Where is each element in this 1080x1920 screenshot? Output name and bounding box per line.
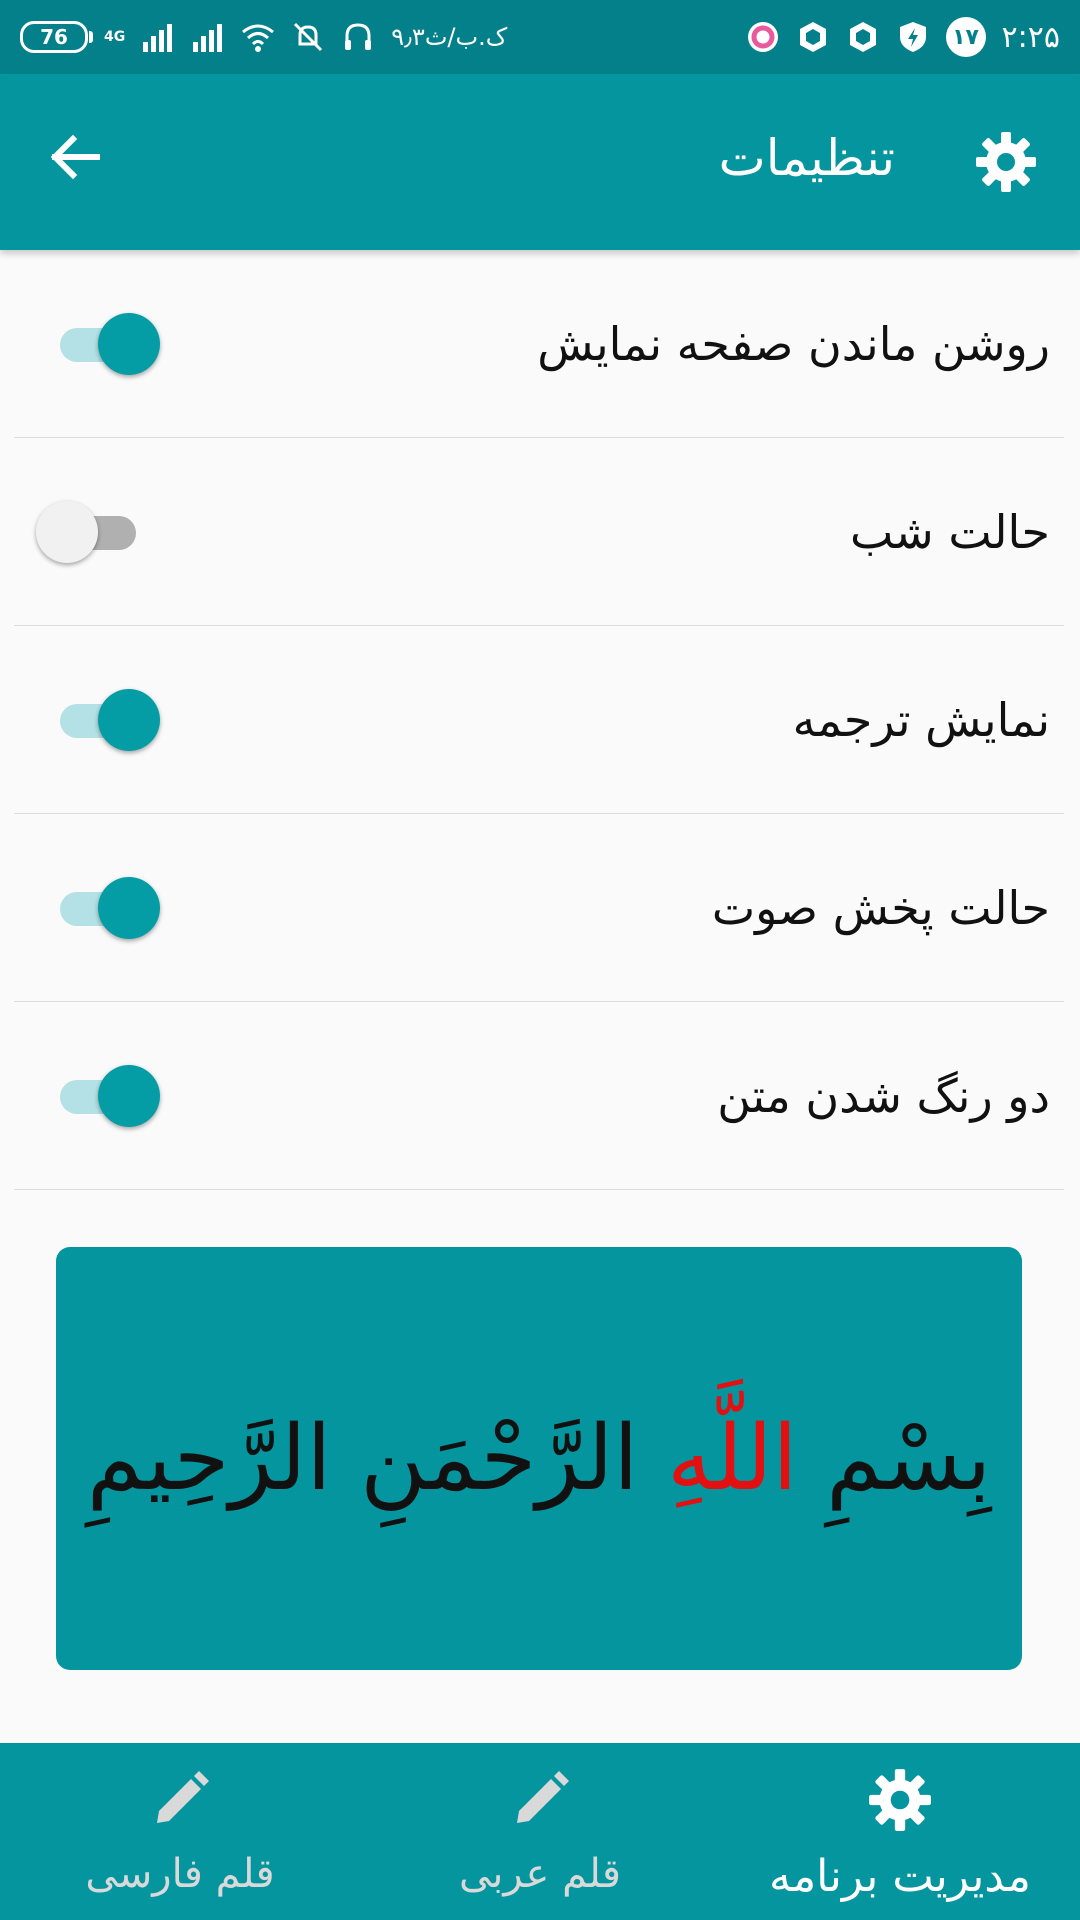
data-speed: ۹٫۳ک.ب/ث [391, 23, 508, 51]
pencil-icon [517, 1771, 569, 1823]
pencil-icon [157, 1771, 209, 1823]
two-color-text-toggle[interactable] [60, 1064, 160, 1127]
nav-label: مدیریت برنامه [769, 1851, 1031, 1902]
status-bar-right: ۱۷ ۲:۲۵ [746, 17, 1060, 57]
nav-label: قلم فارسی [85, 1851, 275, 1897]
gear-icon [869, 1769, 931, 1831]
shield-bolt-icon [899, 22, 926, 52]
battery-indicator: 76 [20, 21, 93, 53]
setting-label: حالت پخش صوت [711, 880, 1050, 935]
status-bar-left: 76 4G ۹٫۳ک.ب/ث [20, 20, 507, 54]
page-title: تنظیمات [718, 129, 895, 187]
headset-icon [345, 23, 372, 50]
settings-list: روشن ماندن صفحه نمایش حالت شب نمایش ترجم… [14, 250, 1064, 1190]
notification-count-badge: ۱۷ [945, 17, 986, 57]
clock: ۲:۲۵ [1001, 19, 1060, 55]
keep-screen-on-toggle[interactable] [60, 312, 160, 375]
bottom-navigation: قلم فارسی قلم عربی مدیریت برنامه [0, 1743, 1080, 1920]
back-button[interactable] [42, 124, 108, 190]
preview-text-part: الرَّحْمَنِ الرَّحِيمِ [86, 1406, 639, 1511]
hexagon-icon-2 [849, 22, 876, 52]
preview-text-part: بِسْمِ [826, 1406, 992, 1511]
setting-row-audio-playback[interactable]: حالت پخش صوت [14, 814, 1064, 1002]
app-notification-icon [747, 22, 778, 52]
network-type: 4G [104, 29, 126, 45]
setting-label: دو رنگ شدن متن [717, 1068, 1050, 1123]
arrow-left-icon [50, 134, 100, 180]
setting-label: حالت شب [850, 504, 1050, 559]
setting-row-show-translation[interactable]: نمایش ترجمه [14, 626, 1064, 814]
setting-row-two-color-text[interactable]: دو رنگ شدن متن [14, 1002, 1064, 1190]
bell-off-icon [294, 22, 323, 52]
setting-row-keep-screen-on[interactable]: روشن ماندن صفحه نمایش [14, 250, 1064, 438]
setting-row-night-mode[interactable]: حالت شب [14, 438, 1064, 626]
audio-playback-toggle[interactable] [60, 876, 160, 939]
preview-text: بِسْمِ اللَّهِ الرَّحْمَنِ الرَّحِيمِ [87, 1406, 992, 1511]
nav-item-arabic-font[interactable]: قلم عربی [370, 1743, 710, 1920]
nav-label: قلم عربی [458, 1851, 622, 1897]
nav-item-app-management[interactable]: مدیریت برنامه [730, 1743, 1070, 1920]
signal-icon [143, 24, 173, 52]
setting-label: نمایش ترجمه [792, 692, 1050, 747]
app-bar: تنظیمات [0, 74, 1080, 250]
status-bar: 76 4G ۹٫۳ک.ب/ث ۱۷ ۲:۲۵ [0, 0, 1080, 74]
preview-text-accent: اللَّهِ [666, 1406, 798, 1511]
wifi-icon [242, 24, 275, 52]
signal-icon-2 [193, 24, 223, 52]
hexagon-icon [799, 22, 826, 52]
nav-item-persian-font[interactable]: قلم فارسی [10, 1743, 350, 1920]
gear-icon [976, 132, 1036, 192]
setting-label: روشن ماندن صفحه نمایش [537, 316, 1050, 371]
text-preview-card: بِسْمِ اللَّهِ الرَّحْمَنِ الرَّحِيمِ [56, 1247, 1022, 1670]
night-mode-toggle[interactable] [36, 500, 136, 563]
show-translation-toggle[interactable] [60, 688, 160, 751]
